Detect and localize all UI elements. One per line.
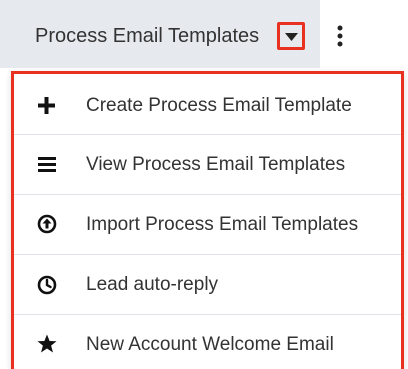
star-icon <box>36 333 58 355</box>
menu-item-import-templates[interactable]: Import Process Email Templates <box>14 194 401 252</box>
menu-item-label: View Process Email Templates <box>86 154 346 175</box>
menu-item-label: Import Process Email Templates <box>86 214 359 235</box>
clock-icon <box>36 274 58 296</box>
more-options-button[interactable] <box>334 22 348 52</box>
list-icon <box>36 153 58 175</box>
screen: Process Email Templates Create Process E… <box>0 0 408 369</box>
menu-item-new-account-welcome[interactable]: New Account Welcome Email <box>14 314 401 369</box>
module-title[interactable]: Process Email Templates <box>35 23 259 49</box>
module-dropdown-menu: Create Process Email Template View Proce… <box>11 71 404 369</box>
upload-circle-icon <box>36 213 58 235</box>
module-menu-toggle-button[interactable] <box>277 22 305 50</box>
menu-item-create-template[interactable]: Create Process Email Template <box>14 76 401 134</box>
plus-icon <box>36 95 58 117</box>
menu-item-label: New Account Welcome Email <box>86 334 334 355</box>
menu-item-label: Lead auto-reply <box>86 274 219 295</box>
kebab-icon <box>337 25 343 47</box>
module-tab[interactable]: Process Email Templates <box>0 0 320 68</box>
menu-item-lead-auto-reply[interactable]: Lead auto-reply <box>14 254 401 312</box>
menu-item-view-templates[interactable]: View Process Email Templates <box>14 134 401 192</box>
menu-item-label: Create Process Email Template <box>86 95 352 116</box>
caret-down-icon <box>285 33 298 41</box>
